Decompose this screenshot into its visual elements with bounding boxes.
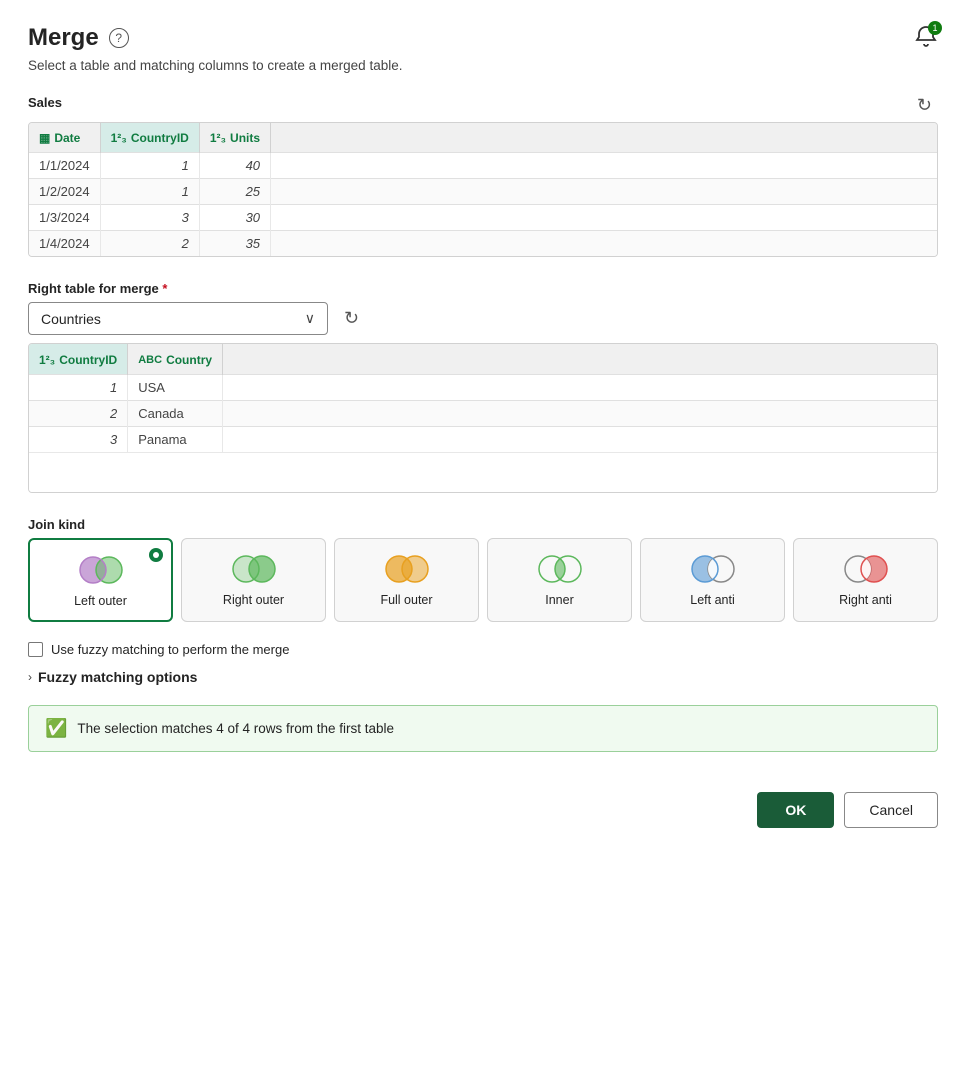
fuzzy-checkbox-row: Use fuzzy matching to perform the merge xyxy=(28,642,938,657)
number-icon-3: 1²₃ xyxy=(39,353,55,367)
join-inner[interactable]: Inner xyxy=(487,538,632,622)
table-row: 1/3/2024330 xyxy=(29,205,937,231)
fuzzy-options-label: Fuzzy matching options xyxy=(38,669,197,685)
sales-table-label: Sales xyxy=(28,95,62,110)
join-right-anti[interactable]: Right anti xyxy=(793,538,938,622)
countries-col-country[interactable]: ABC Country xyxy=(128,344,223,375)
join-full-outer[interactable]: Full outer xyxy=(334,538,479,622)
left-anti-venn xyxy=(687,553,739,585)
table-row: 1/2/2024125 xyxy=(29,179,937,205)
join-left-anti-label: Left anti xyxy=(690,593,734,607)
sales-col-countryid[interactable]: 1²₃ CountryID xyxy=(100,123,199,153)
join-left-anti[interactable]: Left anti xyxy=(640,538,785,622)
ok-button[interactable]: OK xyxy=(757,792,834,828)
sales-table-wrapper: ▦ Date 1²₃ CountryID 1²₃ Units xyxy=(28,122,938,257)
left-outer-venn xyxy=(75,554,127,586)
help-icon[interactable]: ? xyxy=(109,28,129,48)
inner-venn xyxy=(534,553,586,585)
notification-badge: 1 xyxy=(928,21,942,35)
countries-table: 1²₃ CountryID ABC Country 1USA xyxy=(29,344,937,452)
sales-table: ▦ Date 1²₃ CountryID 1²₃ Units xyxy=(29,123,937,256)
join-left-outer[interactable]: Left outer xyxy=(28,538,173,622)
right-table-dropdown[interactable]: Countries ∨ xyxy=(28,302,328,335)
join-inner-label: Inner xyxy=(545,593,574,607)
table-row: 1/4/2024235 xyxy=(29,231,937,257)
table-row: 2Canada xyxy=(29,401,937,427)
selected-indicator xyxy=(149,548,163,562)
required-star: * xyxy=(162,281,167,296)
number-icon-1: 1²₃ xyxy=(111,131,127,145)
table-row: 3Panama xyxy=(29,427,937,453)
join-right-outer-label: Right outer xyxy=(223,593,284,607)
fuzzy-options-row[interactable]: › Fuzzy matching options xyxy=(28,669,938,685)
right-outer-venn xyxy=(228,553,280,585)
countries-table-wrapper: 1²₃ CountryID ABC Country 1USA xyxy=(28,343,938,493)
full-outer-venn xyxy=(381,553,433,585)
number-icon-2: 1²₃ xyxy=(210,131,226,145)
footer-buttons: OK Cancel xyxy=(28,784,938,828)
join-right-anti-label: Right anti xyxy=(839,593,892,607)
right-anti-venn xyxy=(840,553,892,585)
status-bar: ✅ The selection matches 4 of 4 rows from… xyxy=(28,705,938,752)
status-message: The selection matches 4 of 4 rows from t… xyxy=(77,721,394,736)
sales-refresh-button[interactable]: ↻ xyxy=(911,93,938,118)
notification-icon[interactable]: 1 xyxy=(914,25,938,52)
right-table-refresh-button[interactable]: ↻ xyxy=(338,306,365,331)
page-title: Merge xyxy=(28,24,99,52)
join-left-outer-label: Left outer xyxy=(74,594,127,608)
join-full-outer-label: Full outer xyxy=(380,593,432,607)
chevron-down-icon: ∨ xyxy=(305,310,315,327)
countries-col-countryid[interactable]: 1²₃ CountryID xyxy=(29,344,128,375)
fuzzy-checkbox-label: Use fuzzy matching to perform the merge xyxy=(51,642,289,657)
sales-col-empty xyxy=(271,123,937,153)
fuzzy-checkbox[interactable] xyxy=(28,642,43,657)
right-table-label: Right table for merge * xyxy=(28,281,938,296)
cancel-button[interactable]: Cancel xyxy=(844,792,938,828)
abc-icon: ABC xyxy=(138,354,162,366)
join-kind-label: Join kind xyxy=(28,517,938,532)
sales-col-date[interactable]: ▦ Date xyxy=(29,123,100,153)
sales-table-section: Sales ↻ ▦ Date 1²₃ CountryID xyxy=(28,93,938,257)
dropdown-value: Countries xyxy=(41,311,101,327)
countries-col-empty xyxy=(223,344,937,375)
calendar-icon: ▦ xyxy=(39,131,50,145)
page-subtitle: Select a table and matching columns to c… xyxy=(28,58,938,73)
table-row: 1USA xyxy=(29,375,937,401)
join-kind-grid: Left outer Right outer Full outer xyxy=(28,538,938,622)
sales-col-units[interactable]: 1²₃ Units xyxy=(199,123,270,153)
countries-table-section: 1²₃ CountryID ABC Country 1USA xyxy=(28,343,938,493)
check-circle-icon: ✅ xyxy=(45,718,67,739)
right-table-section: Right table for merge * Countries ∨ ↻ xyxy=(28,281,938,335)
table-row: 1/1/2024140 xyxy=(29,153,937,179)
join-right-outer[interactable]: Right outer xyxy=(181,538,326,622)
chevron-right-icon: › xyxy=(28,670,32,684)
join-kind-section: Join kind Left outer Right outer xyxy=(28,517,938,622)
